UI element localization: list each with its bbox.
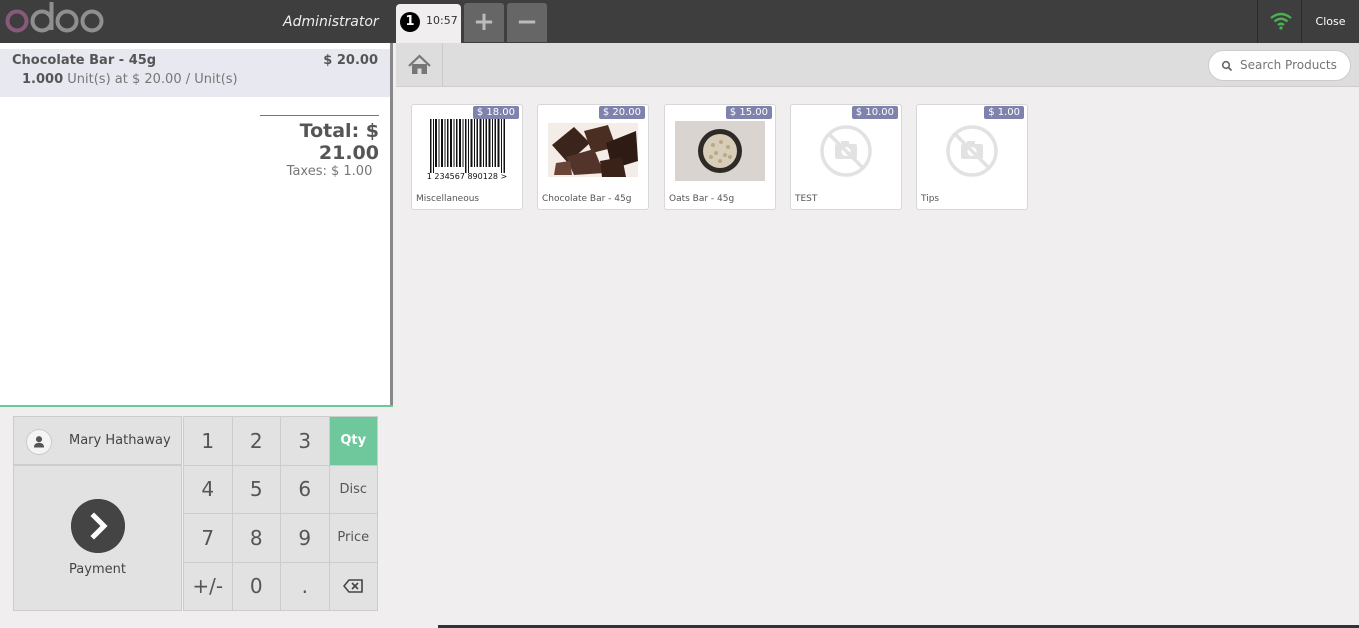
- numpad-key-2[interactable]: 2: [232, 417, 280, 465]
- numpad-key-6[interactable]: 6: [281, 465, 329, 513]
- product-name: Chocolate Bar - 45g: [542, 194, 632, 204]
- product-price-tag: $ 20.00: [598, 106, 645, 119]
- payment-button[interactable]: Payment: [13, 465, 182, 611]
- add-order-button[interactable]: +: [464, 3, 504, 42]
- product-price-tag: $ 18.00: [472, 106, 519, 119]
- numpad-key-plus-minus[interactable]: +/-: [184, 562, 232, 610]
- search-input[interactable]: [1240, 58, 1345, 72]
- numpad-key-5[interactable]: 5: [232, 465, 280, 513]
- numpad-key-0[interactable]: 0: [232, 562, 280, 610]
- no-image-icon: [820, 125, 872, 177]
- oats-image: [675, 121, 765, 181]
- product-card[interactable]: $ 10.00 TEST: [790, 104, 902, 210]
- order-panel: Chocolate Bar - 45g $ 20.00 1.000 Unit(s…: [0, 43, 393, 628]
- backspace-icon: [343, 579, 364, 594]
- customer-name: Mary Hathaway: [69, 433, 171, 448]
- orderline-quantity: 1.000: [22, 72, 64, 87]
- product-name: Oats Bar - 45g: [669, 194, 735, 204]
- order-summary: Total: $ 21.00 Taxes: $ 1.00: [260, 115, 379, 179]
- barcode-text: 1 234567 890128 >: [427, 172, 508, 181]
- search-icon: [1221, 60, 1233, 72]
- home-category-button[interactable]: [396, 43, 443, 87]
- numpad-key-9[interactable]: 9: [281, 514, 329, 562]
- order-total: Total: $ 21.00: [299, 120, 379, 164]
- product-screen-header: [396, 43, 1359, 87]
- orderline-unit-info: Unit(s) at $ 20.00 / Unit(s): [67, 72, 238, 87]
- user-icon: [26, 429, 52, 455]
- remove-order-button[interactable]: −: [507, 3, 547, 42]
- numpad-key-7[interactable]: 7: [184, 514, 232, 562]
- product-name: Miscellaneous: [416, 194, 480, 204]
- mode-price-button[interactable]: Price: [329, 514, 377, 562]
- orderline-product-name: Chocolate Bar - 45g: [12, 53, 157, 68]
- pos-header: Administrator 1 10:57 + − Close: [0, 0, 1359, 43]
- product-price-tag: $ 15.00: [725, 106, 772, 119]
- order-tab[interactable]: 1 10:57: [396, 4, 461, 43]
- payment-label: Payment: [69, 562, 126, 577]
- numpad-key-4[interactable]: 4: [184, 465, 232, 513]
- product-card[interactable]: $ 15.00 Oats Bar - 45g: [664, 104, 776, 210]
- header-divider: [1257, 0, 1258, 43]
- close-button[interactable]: Close: [1302, 0, 1359, 43]
- numpad-key-8[interactable]: 8: [232, 514, 280, 562]
- product-card[interactable]: 1 234567 890128 > $ 18.00 Miscellaneous: [411, 104, 523, 210]
- home-icon: [408, 54, 431, 74]
- numpad: 1 2 3 Qty 4 5 6 Disc 7 8 9 Price +/- 0 .: [183, 416, 378, 611]
- wifi-icon: [1270, 12, 1292, 30]
- order-taxes: Taxes: $ 1.00: [286, 164, 373, 179]
- orderline-price: $ 20.00: [323, 53, 378, 68]
- numpad-key-3[interactable]: 3: [281, 417, 329, 465]
- mode-disc-button[interactable]: Disc: [329, 465, 377, 513]
- order-number-badge: 1: [400, 12, 420, 32]
- product-card[interactable]: $ 20.00 Chocolate Bar - 45g: [537, 104, 649, 210]
- numpad-key-1[interactable]: 1: [184, 417, 232, 465]
- odoo-logo: [5, 2, 104, 33]
- control-area: Mary Hathaway Payment 1 2 3 Qty 4 5 6 Di…: [0, 405, 393, 628]
- product-price-tag: $ 10.00: [851, 106, 898, 119]
- username-label: Administrator: [283, 14, 379, 30]
- orderline-info: 1.000 Unit(s) at $ 20.00 / Unit(s): [22, 72, 238, 87]
- order-time: 10:57: [426, 14, 458, 27]
- no-image-icon: [946, 125, 998, 177]
- barcode-image: 1 234567 890128 >: [427, 119, 508, 181]
- search-box[interactable]: [1208, 50, 1351, 81]
- set-customer-button[interactable]: Mary Hathaway: [13, 416, 182, 465]
- numpad-key-decimal[interactable]: .: [281, 562, 329, 610]
- product-name: TEST: [795, 194, 818, 204]
- product-name: Tips: [921, 194, 940, 204]
- orderline[interactable]: Chocolate Bar - 45g $ 20.00 1.000 Unit(s…: [0, 49, 390, 97]
- backspace-button[interactable]: [329, 562, 377, 610]
- product-card[interactable]: $ 1.00 Tips: [916, 104, 1028, 210]
- mode-qty-button[interactable]: Qty: [329, 417, 377, 465]
- chevron-right-icon: [71, 499, 125, 553]
- product-price-tag: $ 1.00: [984, 106, 1024, 119]
- chocolate-image: [548, 123, 638, 177]
